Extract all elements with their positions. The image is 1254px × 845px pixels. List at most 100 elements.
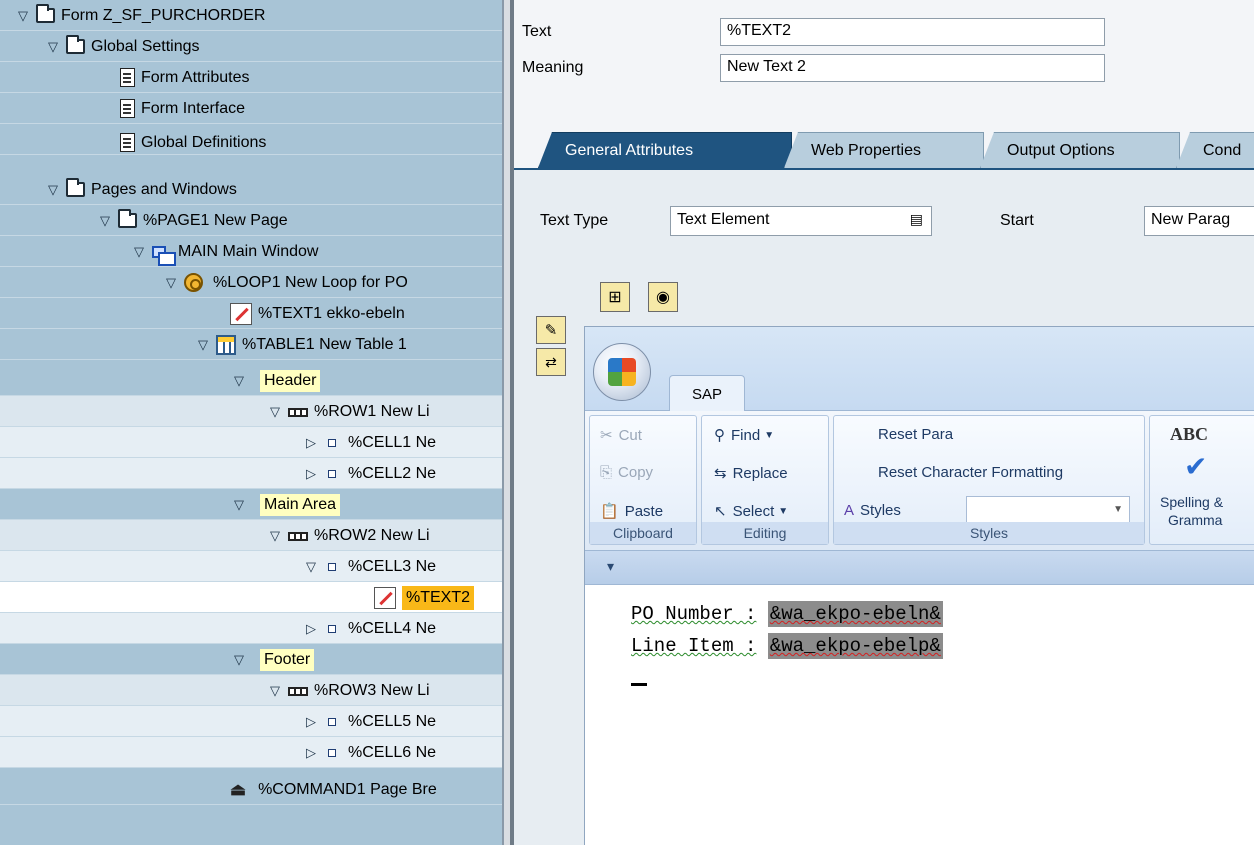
line-label: PO Number : [631, 603, 757, 625]
expand-toggle[interactable]: ▽ [96, 213, 114, 229]
ribbon: ✂ Cut ⎘ Copy 📋 Paste Clipboard ⚲ Find ▼ ⇆ Repl… [585, 411, 1254, 551]
expand-toggle[interactable]: ▽ [266, 528, 284, 544]
tree-row-loop1[interactable]: ▽ %LOOP1 New Loop for PO [0, 267, 502, 298]
tree-row-cell3[interactable]: ▽ %CELL3 Ne [0, 551, 502, 582]
copy-button[interactable]: ⎘ Copy [600, 464, 653, 481]
styles-button[interactable]: A Styles [844, 502, 901, 519]
expand-toggle[interactable]: ▽ [230, 373, 248, 389]
ribbon-tab-sap[interactable]: SAP [669, 375, 745, 412]
row-icon [288, 532, 308, 541]
editor-mode-button[interactable]: ◉ [648, 282, 678, 312]
edit-text-button[interactable]: ✎ [536, 316, 566, 344]
insert-icon: ⊞ [608, 289, 622, 306]
tree-row-cell2[interactable]: ▷ %CELL2 Ne [0, 458, 502, 489]
copy-icon: ⎘ [600, 464, 613, 481]
tree-row-global-definitions[interactable]: Global Definitions [0, 124, 502, 155]
document-area[interactable]: PO Number : &wa_ekpo-ebeln& Line Item : … [585, 585, 1254, 845]
spelling-grammar-button[interactable]: Spelling & [1160, 494, 1223, 510]
expand-toggle[interactable]: ▷ [302, 714, 320, 730]
field-variable[interactable]: &wa_ekpo-ebelp& [767, 633, 943, 659]
expand-toggle[interactable]: ▽ [162, 275, 180, 291]
expand-toggle[interactable]: ▽ [230, 497, 248, 513]
tab-general-attributes[interactable]: General Attributes [538, 132, 792, 168]
tree-row-cell6[interactable]: ▷ %CELL6 Ne [0, 737, 502, 768]
document-icon [120, 99, 135, 118]
meaning-field-row: Meaning [522, 54, 720, 82]
tree-item-label: %CELL5 Ne [348, 712, 437, 730]
tree-row-form[interactable]: ▽ Form Z_SF_PURCHORDER [0, 0, 502, 31]
meaning-input[interactable]: New Text 2 [720, 54, 1105, 82]
tree-row-cell1[interactable]: ▷ %CELL1 Ne [0, 427, 502, 458]
start-select[interactable]: New Parag [1144, 206, 1254, 236]
tree-row-row1[interactable]: ▽ %ROW1 New Li [0, 396, 502, 427]
find-button[interactable]: ⚲ Find ▼ [714, 426, 775, 445]
expand-toggle[interactable]: ▽ [230, 652, 248, 668]
tree-row-form-attributes[interactable]: Form Attributes [0, 62, 502, 93]
tree-row-header[interactable]: ▽ Header [0, 365, 502, 396]
expand-toggle[interactable]: ▽ [266, 683, 284, 699]
tree-row-form-interface[interactable]: Form Interface [0, 93, 502, 124]
text-type-select[interactable]: Text Element ▤ [670, 206, 932, 236]
expand-toggle[interactable]: ▽ [44, 39, 62, 55]
tree-row-main-area[interactable]: ▽ Main Area [0, 489, 502, 520]
reset-para-button[interactable]: Reset Para [878, 426, 953, 443]
spelling-grammar-button-line2[interactable]: Gramma [1168, 512, 1222, 528]
expand-toggle[interactable]: ▷ [302, 466, 320, 482]
tree-row-row2[interactable]: ▽ %ROW2 New Li [0, 520, 502, 551]
tree-row-main-window[interactable]: ▽ MAIN Main Window [0, 236, 502, 267]
paste-button[interactable]: 📋 Paste [600, 502, 663, 521]
tree-row-page1[interactable]: ▽ %PAGE1 New Page [0, 205, 502, 236]
tab-output-options[interactable]: Output Options [980, 132, 1180, 168]
tree-item-label: %CELL6 Ne [348, 743, 437, 761]
expand-toggle[interactable]: ▽ [266, 404, 284, 420]
tree-row-text1[interactable]: %TEXT1 ekko-ebeln [0, 298, 502, 329]
field-variable[interactable]: &wa_ekpo-ebeln& [767, 601, 943, 627]
tree-item-label: %COMMAND1 Page Bre [258, 780, 437, 798]
styles-combo[interactable]: ▼ [966, 496, 1130, 524]
document-icon [120, 68, 135, 87]
expand-toggle[interactable]: ▷ [302, 621, 320, 637]
tree-row-table1[interactable]: ▽ %TABLE1 New Table 1 [0, 329, 502, 360]
change-editor-button[interactable]: ⇄ [536, 348, 566, 376]
tree-row-pages-windows[interactable]: ▽ Pages and Windows [0, 174, 502, 205]
reset-character-formatting-button[interactable]: Reset Character Formatting [878, 464, 1063, 481]
binoculars-icon: ⚲ [714, 427, 725, 444]
tab-conditions[interactable]: Cond [1176, 132, 1254, 168]
tree-row-text2-selected[interactable]: %TEXT2 [0, 582, 502, 613]
cell-icon [328, 438, 336, 447]
customize-toolbar-icon[interactable]: ▾ [607, 558, 614, 575]
expand-toggle[interactable]: ▷ [302, 435, 320, 451]
tree-row-cell5[interactable]: ▷ %CELL5 Ne [0, 706, 502, 737]
expand-toggle[interactable]: ▽ [302, 559, 320, 575]
select-button[interactable]: ↖ Select ▼ [714, 502, 788, 521]
start-label: Start [1000, 212, 1034, 229]
expand-toggle[interactable]: ▽ [194, 337, 212, 353]
tree-row-row3[interactable]: ▽ %ROW3 New Li [0, 675, 502, 706]
clipboard-group: ✂ Cut ⎘ Copy 📋 Paste Clipboard [589, 415, 697, 545]
tree-row-command1[interactable]: ⏏ %COMMAND1 Page Bre [0, 774, 502, 805]
text-input[interactable]: %TEXT2 [720, 18, 1105, 46]
general-attributes-content: Text Type Text Element ▤ Start New Parag… [514, 168, 1254, 845]
cut-button[interactable]: ✂ Cut [600, 426, 642, 445]
cursor-icon: ↖ [714, 503, 727, 520]
tab-web-properties[interactable]: Web Properties [784, 132, 984, 168]
dropdown-icon: ▤ [909, 211, 923, 227]
loop-icon [184, 273, 203, 292]
tree-row-footer[interactable]: ▽ Footer [0, 644, 502, 675]
editing-group-label: Editing [702, 522, 828, 544]
expand-toggle[interactable]: ▽ [44, 182, 62, 198]
office-button[interactable] [593, 343, 651, 401]
tree-row-cell4[interactable]: ▷ %CELL4 Ne [0, 613, 502, 644]
text-node-icon [230, 302, 252, 325]
document-icon [120, 133, 135, 152]
replace-button[interactable]: ⇆ Replace [714, 464, 788, 483]
chevron-down-icon: ▼ [764, 429, 775, 441]
command-icon: ⏏ [230, 779, 247, 799]
expand-toggle[interactable]: ▽ [14, 8, 32, 24]
tree-row-global-settings[interactable]: ▽ Global Settings [0, 31, 502, 62]
insert-field-button[interactable]: ⊞ [600, 282, 630, 312]
expand-toggle[interactable]: ▷ [302, 745, 320, 761]
expand-toggle[interactable]: ▽ [130, 244, 148, 260]
proofing-group: ABC ✔ Spelling & Gramma [1149, 415, 1254, 545]
panel-splitter[interactable] [502, 0, 514, 845]
